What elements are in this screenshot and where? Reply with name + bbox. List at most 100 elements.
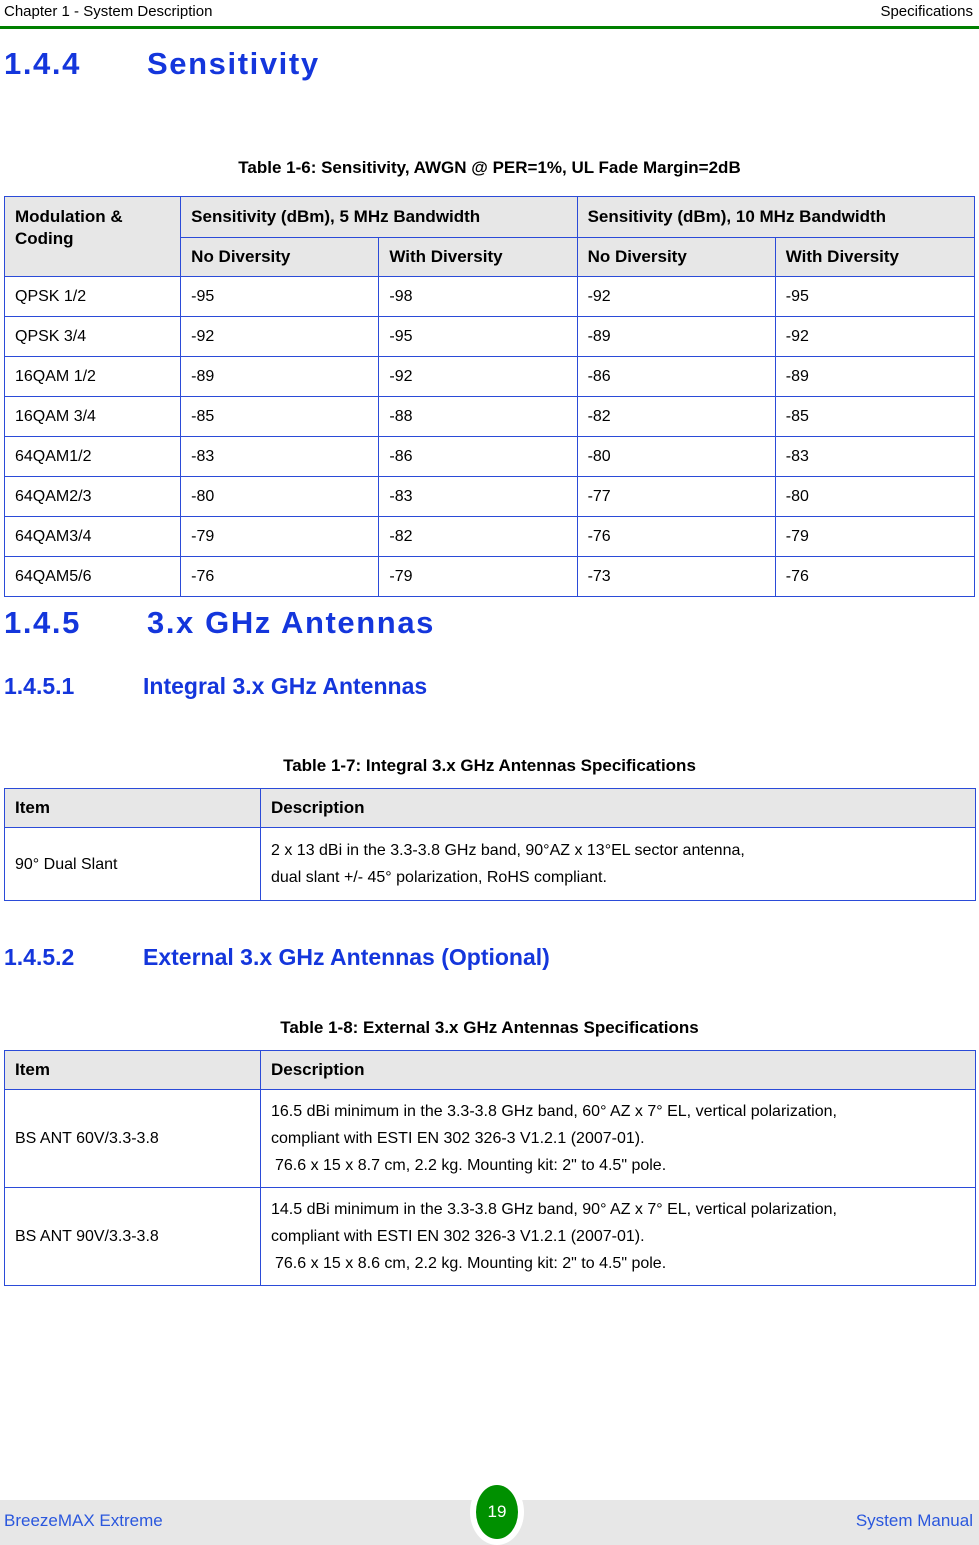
page-number-badge: 19 — [470, 1479, 524, 1545]
heading-1-4-4-number: 1.4.4 — [4, 46, 81, 81]
description-line-2: compliant with ESTI EN 302 326-3 V1.2.1 … — [271, 1130, 645, 1147]
cell-modulation: 64QAM5/6 — [3, 556, 182, 597]
footer-document-name: System Manual — [855, 1511, 973, 1530]
cell-5mhz-no-diversity: -95 — [180, 276, 380, 317]
cell-5mhz-no-diversity: -85 — [180, 396, 380, 437]
cell-10mhz-no-diversity: -76 — [576, 516, 776, 557]
table-1-8-header-description: Description — [260, 1050, 976, 1090]
cell-5mhz-with-diversity: -95 — [378, 316, 578, 357]
table-1-6: Modulation & Coding Sensitivity (dBm), 5… — [3, 196, 976, 597]
cell-5mhz-no-diversity: -80 — [180, 476, 380, 517]
cell-5mhz-with-diversity: -79 — [378, 556, 578, 597]
header-divider-rule — [0, 26, 979, 29]
cell-modulation: QPSK 3/4 — [3, 316, 182, 357]
cell-description: 16.5 dBi minimum in the 3.3-3.8 GHz band… — [260, 1089, 976, 1188]
page-running-header: Chapter 1 - System Description Specifica… — [0, 0, 979, 26]
cell-10mhz-no-diversity: -92 — [576, 276, 776, 317]
cell-5mhz-no-diversity: -79 — [180, 516, 380, 557]
cell-modulation: 64QAM3/4 — [3, 516, 182, 557]
table-1-6-header-10mhz-with-diversity: With Diversity — [774, 237, 976, 277]
cell-modulation: 64QAM1/2 — [3, 436, 182, 477]
cell-5mhz-with-diversity: -86 — [378, 436, 578, 477]
cell-description: 2 x 13 dBi in the 3.3-3.8 GHz band, 90°A… — [260, 827, 976, 901]
table-1-8-header-item: Item — [4, 1050, 261, 1090]
table-row: 64QAM2/3 -80 -83 -77 -80 — [3, 476, 976, 517]
description-line-2: compliant with ESTI EN 302 326-3 V1.2.1 … — [271, 1228, 645, 1245]
table-1-6-header-modulation: Modulation & Coding — [3, 196, 182, 277]
table-1-6-header-5mhz-no-diversity: No Diversity — [180, 237, 380, 277]
heading-1-4-5: 1.4.5 3.x GHz Antennas — [4, 605, 435, 641]
heading-1-4-4-title: Sensitivity — [147, 46, 320, 81]
table-1-8-caption: Table 1-8: External 3.x GHz Antennas Spe… — [280, 1018, 699, 1037]
cell-5mhz-no-diversity: -92 — [180, 316, 380, 357]
description-line-1: 2 x 13 dBi in the 3.3-3.8 GHz band, 90°A… — [271, 842, 745, 859]
description-line-3: 76.6 x 15 x 8.7 cm, 2.2 kg. Mounting kit… — [275, 1157, 667, 1174]
cell-10mhz-with-diversity: -83 — [774, 436, 976, 477]
footer-product-name: BreezeMAX Extreme — [4, 1511, 163, 1530]
cell-10mhz-with-diversity: -80 — [774, 476, 976, 517]
table-row: 90° Dual Slant 2 x 13 dBi in the 3.3-3.8… — [4, 827, 976, 901]
cell-10mhz-no-diversity: -80 — [576, 436, 776, 477]
cell-5mhz-with-diversity: -98 — [378, 276, 578, 317]
cell-10mhz-no-diversity: -73 — [576, 556, 776, 597]
cell-10mhz-with-diversity: -95 — [774, 276, 976, 317]
table-row: QPSK 3/4 -92 -95 -89 -92 — [3, 316, 976, 357]
table-row: BS ANT 90V/3.3-3.8 14.5 dBi minimum in t… — [4, 1187, 976, 1286]
cell-10mhz-no-diversity: -77 — [576, 476, 776, 517]
table-1-8: Item Description BS ANT 60V/3.3-3.8 16.5… — [4, 1050, 976, 1286]
heading-1-4-5-title: 3.x GHz Antennas — [147, 605, 436, 640]
description-line-2: dual slant +/- 45° polarization, RoHS co… — [271, 869, 607, 886]
cell-10mhz-with-diversity: -92 — [774, 316, 976, 357]
cell-5mhz-no-diversity: -89 — [180, 356, 380, 397]
cell-5mhz-with-diversity: -88 — [378, 396, 578, 437]
heading-1-4-5-2-title: External 3.x GHz Antennas (Optional) — [143, 944, 550, 970]
table-1-6-header-5mhz-with-diversity: With Diversity — [378, 237, 578, 277]
table-1-6-header-10mhz-no-diversity: No Diversity — [576, 237, 776, 277]
cell-5mhz-no-diversity: -76 — [180, 556, 380, 597]
table-row: 64QAM1/2 -83 -86 -80 -83 — [3, 436, 976, 477]
heading-1-4-5-1-number: 1.4.5.1 — [4, 673, 75, 699]
table-row: 64QAM5/6 -76 -79 -73 -76 — [3, 556, 976, 597]
cell-10mhz-no-diversity: -86 — [576, 356, 776, 397]
cell-modulation: 16QAM 3/4 — [3, 396, 182, 437]
description-line-3: 76.6 x 15 x 8.6 cm, 2.2 kg. Mounting kit… — [275, 1255, 667, 1272]
heading-1-4-5-number: 1.4.5 — [4, 605, 81, 640]
cell-item: BS ANT 90V/3.3-3.8 — [4, 1187, 261, 1286]
cell-5mhz-with-diversity: -92 — [378, 356, 578, 397]
description-line-1: 14.5 dBi minimum in the 3.3-3.8 GHz band… — [271, 1201, 837, 1218]
table-1-6-header-group-row: Modulation & Coding Sensitivity (dBm), 5… — [3, 196, 976, 277]
heading-1-4-5-2: 1.4.5.2 External 3.x GHz Antennas (Optio… — [4, 943, 550, 971]
table-row: 16QAM 3/4 -85 -88 -82 -85 — [3, 396, 976, 437]
header-chapter-label: Chapter 1 - System Description — [4, 3, 213, 20]
table-1-6-header-group-10mhz: Sensitivity (dBm), 10 MHz Bandwidth — [576, 196, 976, 238]
heading-1-4-4: 1.4.4 Sensitivity — [4, 46, 320, 82]
table-1-7: Item Description 90° Dual Slant 2 x 13 d… — [4, 788, 976, 901]
page-number-value: 19 — [476, 1485, 518, 1539]
table-row: 16QAM 1/2 -89 -92 -86 -89 — [3, 356, 976, 397]
cell-10mhz-with-diversity: -76 — [774, 556, 976, 597]
table-1-7-header-description: Description — [260, 788, 976, 828]
cell-5mhz-with-diversity: -82 — [378, 516, 578, 557]
table-1-7-header-item: Item — [4, 788, 261, 828]
cell-modulation: QPSK 1/2 — [3, 276, 182, 317]
cell-10mhz-no-diversity: -89 — [576, 316, 776, 357]
table-row: QPSK 1/2 -95 -98 -92 -95 — [3, 276, 976, 317]
table-1-8-header-row: Item Description — [4, 1050, 976, 1090]
cell-modulation: 16QAM 1/2 — [3, 356, 182, 397]
cell-description: 14.5 dBi minimum in the 3.3-3.8 GHz band… — [260, 1187, 976, 1286]
cell-5mhz-with-diversity: -83 — [378, 476, 578, 517]
table-1-6-caption: Table 1-6: Sensitivity, AWGN @ PER=1%, U… — [238, 158, 741, 177]
cell-10mhz-with-diversity: -89 — [774, 356, 976, 397]
table-row: BS ANT 60V/3.3-3.8 16.5 dBi minimum in t… — [4, 1089, 976, 1188]
header-section-label: Specifications — [880, 3, 973, 20]
cell-10mhz-with-diversity: -85 — [774, 396, 976, 437]
cell-item: BS ANT 60V/3.3-3.8 — [4, 1089, 261, 1188]
cell-5mhz-no-diversity: -83 — [180, 436, 380, 477]
description-line-1: 16.5 dBi minimum in the 3.3-3.8 GHz band… — [271, 1103, 837, 1120]
table-1-6-header-group-5mhz: Sensitivity (dBm), 5 MHz Bandwidth — [180, 196, 578, 238]
cell-10mhz-with-diversity: -79 — [774, 516, 976, 557]
cell-modulation: 64QAM2/3 — [3, 476, 182, 517]
cell-item: 90° Dual Slant — [4, 827, 261, 901]
table-1-7-caption: Table 1-7: Integral 3.x GHz Antennas Spe… — [283, 756, 696, 775]
table-row: 64QAM3/4 -79 -82 -76 -79 — [3, 516, 976, 557]
